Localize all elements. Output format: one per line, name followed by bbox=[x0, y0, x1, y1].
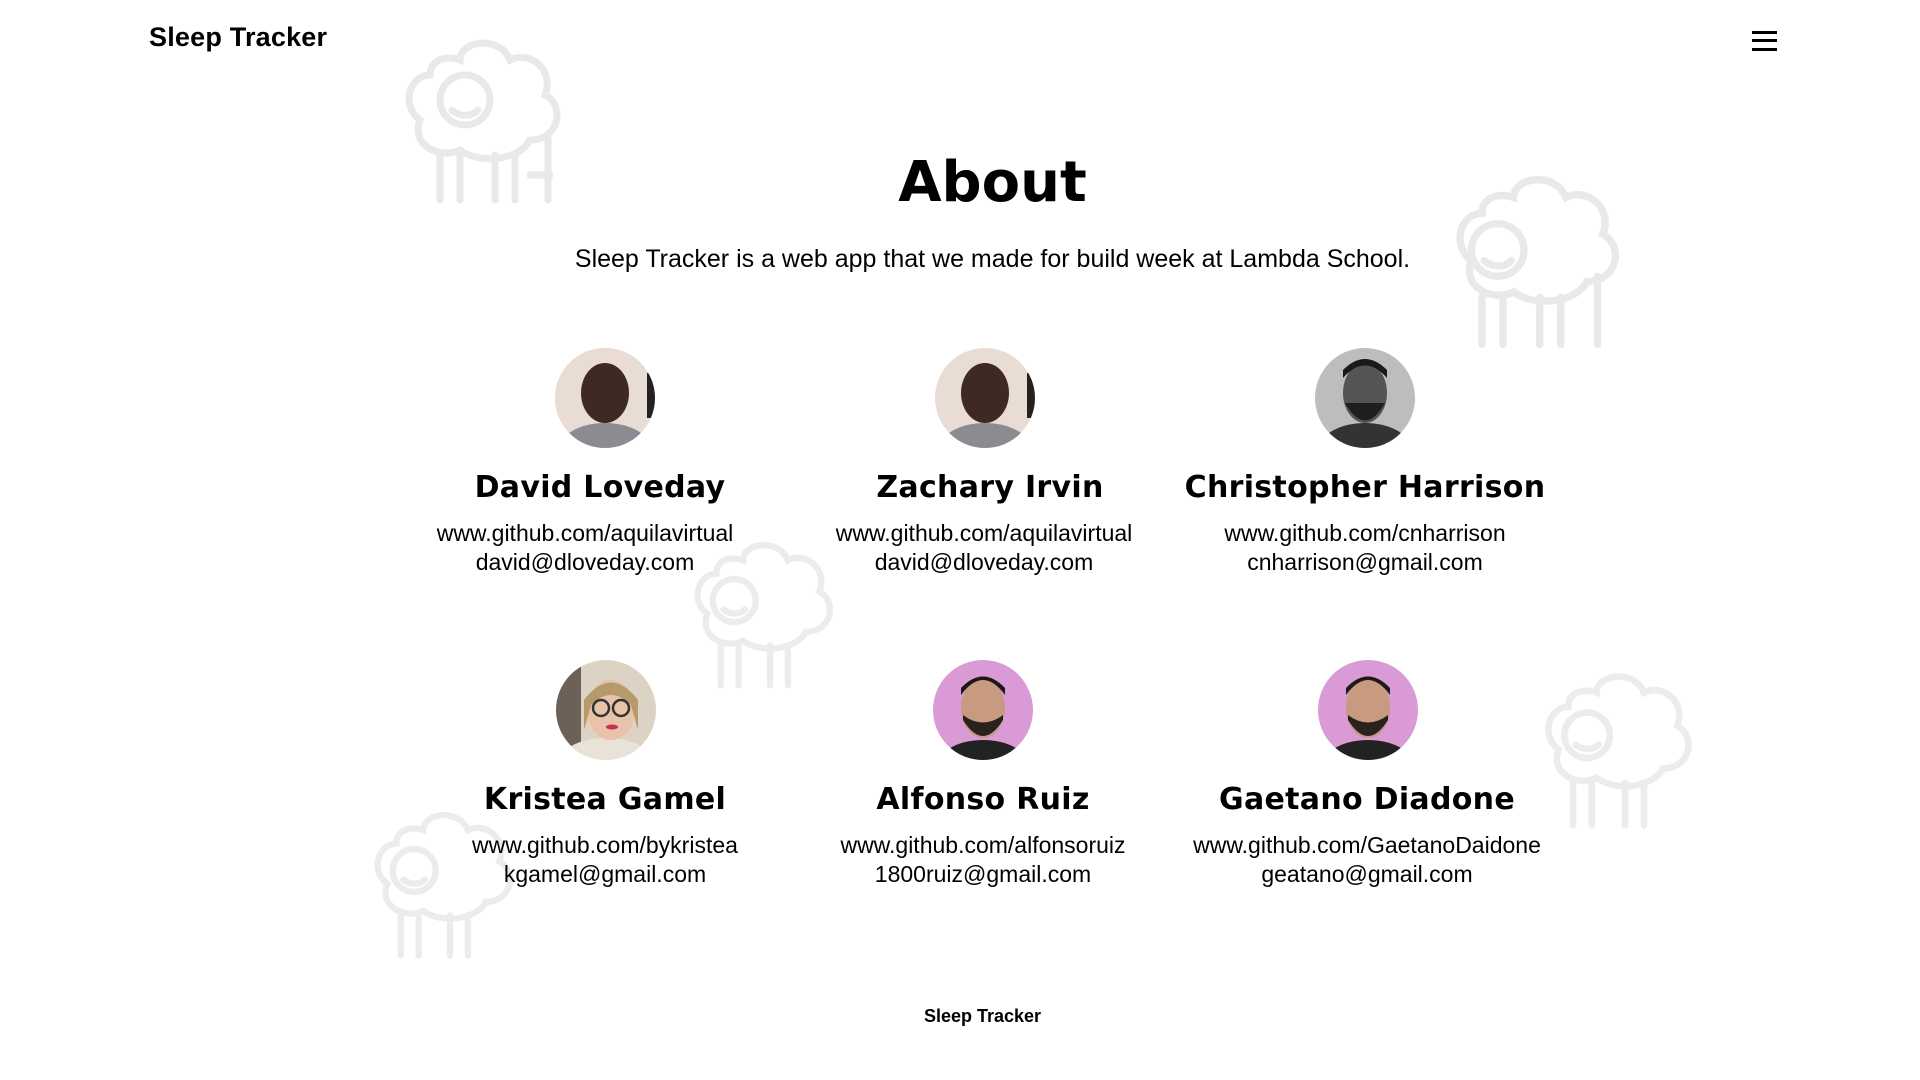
avatar bbox=[1318, 660, 1418, 760]
avatar bbox=[1315, 348, 1415, 448]
team-member-card: Zachary Irvin www.github.com/aquilavirtu… bbox=[790, 348, 1190, 577]
team-member-card: David Loveday www.github.com/aquilavirtu… bbox=[400, 348, 800, 577]
member-email[interactable]: kgamel@gmail.com bbox=[405, 860, 805, 889]
member-email[interactable]: 1800ruiz@gmail.com bbox=[783, 860, 1183, 889]
member-email[interactable]: cnharrison@gmail.com bbox=[1165, 548, 1565, 577]
page-title: About bbox=[898, 150, 1087, 215]
about-description: Sleep Tracker is a web app that we made … bbox=[574, 245, 1411, 273]
team-member-card: Christopher Harrison www.github.com/cnha… bbox=[1165, 348, 1565, 577]
member-github-link[interactable]: www.github.com/GaetanoDaidone bbox=[1167, 831, 1567, 860]
member-name: Kristea Gamel bbox=[483, 782, 727, 817]
team-member-card: Alfonso Ruiz www.github.com/alfonsoruiz … bbox=[783, 660, 1183, 889]
member-email[interactable]: david@dloveday.com bbox=[370, 548, 800, 577]
site-title[interactable]: Sleep Tracker bbox=[149, 22, 327, 53]
hamburger-menu-icon[interactable] bbox=[1750, 28, 1780, 54]
member-github-link[interactable]: www.github.com/bykristea bbox=[405, 831, 805, 860]
avatar bbox=[556, 660, 656, 760]
member-name: Christopher Harrison bbox=[1184, 470, 1546, 505]
avatar bbox=[555, 348, 655, 448]
about-page: Sleep Tracker About Sleep Tracker is a w… bbox=[0, 0, 1920, 1080]
avatar bbox=[933, 660, 1033, 760]
team-member-card: Kristea Gamel www.github.com/bykristea k… bbox=[405, 660, 805, 889]
avatar bbox=[935, 348, 1035, 448]
member-name: David Loveday bbox=[474, 470, 726, 505]
member-github-link[interactable]: www.github.com/alfonsoruiz bbox=[783, 831, 1183, 860]
footer-title: Sleep Tracker bbox=[923, 1006, 1042, 1026]
member-name: Alfonso Ruiz bbox=[876, 782, 1090, 817]
member-email[interactable]: geatano@gmail.com bbox=[1167, 860, 1567, 889]
team-member-card: Gaetano Diadone www.github.com/GaetanoDa… bbox=[1167, 660, 1567, 889]
member-github-link[interactable]: www.github.com/cnharrison bbox=[1165, 519, 1565, 548]
member-github-link[interactable]: www.github.com/aquilavirtual bbox=[778, 519, 1190, 548]
member-github-link[interactable]: www.github.com/aquilavirtual bbox=[370, 519, 800, 548]
member-name: Gaetano Diadone bbox=[1219, 782, 1515, 817]
member-name: Zachary Irvin bbox=[876, 470, 1104, 505]
member-email[interactable]: david@dloveday.com bbox=[778, 548, 1190, 577]
